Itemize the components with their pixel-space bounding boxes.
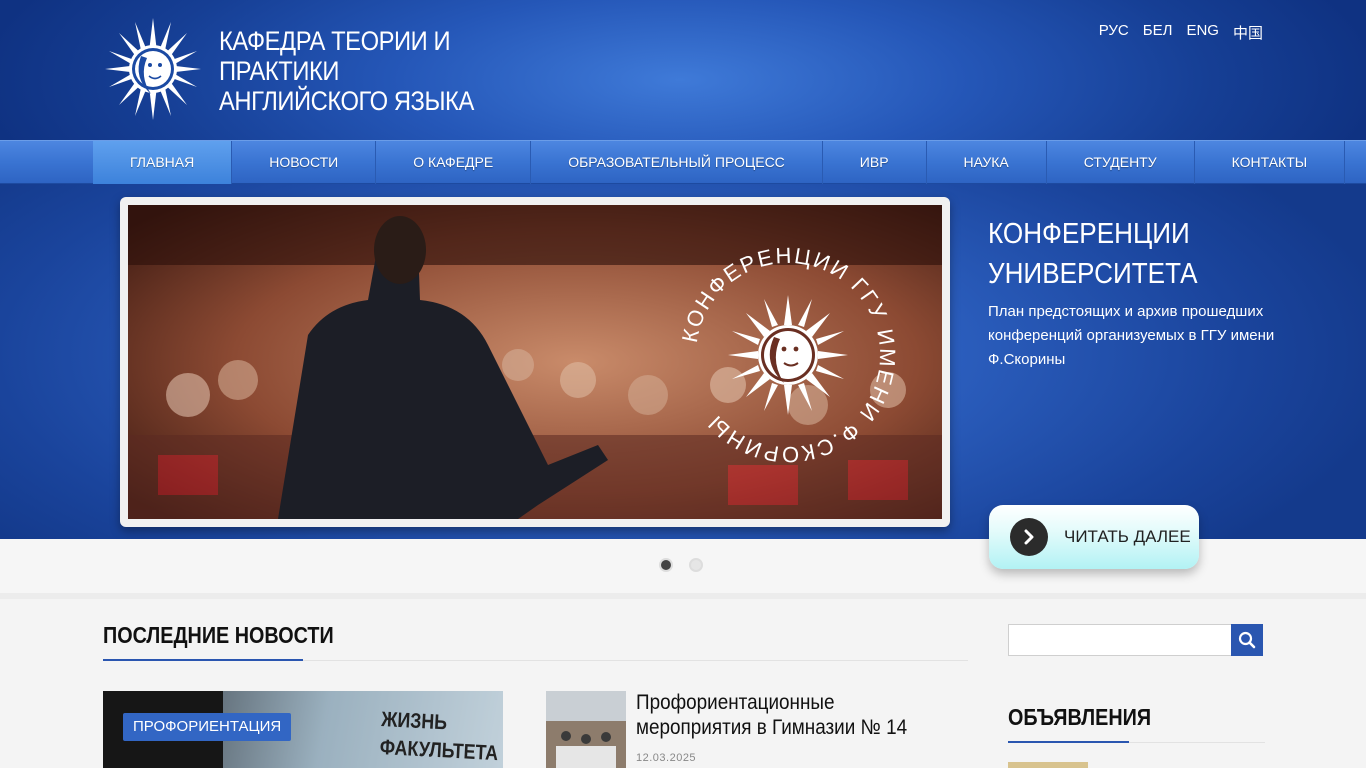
- nav-item-home[interactable]: Главная: [93, 141, 233, 184]
- featured-image-text: Жизнь факультета: [379, 707, 499, 766]
- read-more-label: Читать далее: [1064, 527, 1191, 546]
- nav-item-ivr[interactable]: ИВР: [823, 141, 927, 184]
- conference-photo: КОНФЕРЕНЦИИ ГГУ ИМЕНИ Ф.СКОРИНЫ: [128, 205, 942, 519]
- category-badge[interactable]: Профориентация: [123, 713, 292, 741]
- search-button[interactable]: [1231, 624, 1263, 656]
- language-switcher: РУС БЕЛ ENG 中国: [1099, 22, 1263, 43]
- nav-item-students[interactable]: Студенту: [1047, 141, 1195, 184]
- lang-be[interactable]: БЕЛ: [1143, 22, 1173, 43]
- site-title[interactable]: Кафедра теории и практики английского яз…: [219, 26, 501, 116]
- slider-dot-1[interactable]: [659, 558, 673, 572]
- read-more-button[interactable]: Читать далее: [989, 505, 1199, 569]
- search-input[interactable]: [1008, 624, 1232, 656]
- lang-en[interactable]: ENG: [1186, 22, 1219, 43]
- news-item-date: 12.03.2025: [636, 752, 697, 764]
- chevron-right-icon: [1010, 518, 1048, 556]
- slide-image[interactable]: КОНФЕРЕНЦИИ ГГУ ИМЕНИ Ф.СКОРИНЫ: [128, 205, 942, 519]
- news-section-heading: Последние новости: [103, 622, 334, 648]
- nav-item-education[interactable]: Образовательный процесс: [531, 141, 823, 184]
- nav-item-science[interactable]: Наука: [927, 141, 1047, 184]
- slide-frame: КОНФЕРЕНЦИИ ГГУ ИМЕНИ Ф.СКОРИНЫ: [120, 197, 950, 527]
- news-item-title[interactable]: Профориентационные мероприятия в Гимнази…: [636, 690, 933, 740]
- search-icon: [1238, 631, 1256, 649]
- announcement-thumbnail[interactable]: [1008, 762, 1088, 768]
- heading-accent: [1008, 741, 1129, 743]
- sun-moon-logo-icon[interactable]: [105, 18, 201, 120]
- slider-pagination: [659, 558, 703, 572]
- main-nav: Главная Новости О кафедре Образовательны…: [0, 140, 1366, 184]
- heading-accent: [103, 659, 303, 661]
- slide-description: План предстоящих и архив прошедших конфе…: [988, 303, 1275, 368]
- nav-item-contacts[interactable]: Контакты: [1195, 141, 1346, 184]
- news-thumbnail[interactable]: [546, 691, 626, 768]
- lang-ru[interactable]: РУС: [1099, 22, 1129, 43]
- nav-item-news[interactable]: Новости: [232, 141, 377, 184]
- slide-title[interactable]: Конференции университета: [988, 214, 1258, 294]
- site-header: Кафедра теории и практики английского яз…: [0, 0, 1366, 140]
- slider-dot-2[interactable]: [689, 558, 703, 572]
- nav-item-about[interactable]: О кафедре: [376, 141, 532, 184]
- announcements-heading: Объявления: [1008, 704, 1152, 730]
- lang-zh[interactable]: 中国: [1233, 22, 1263, 43]
